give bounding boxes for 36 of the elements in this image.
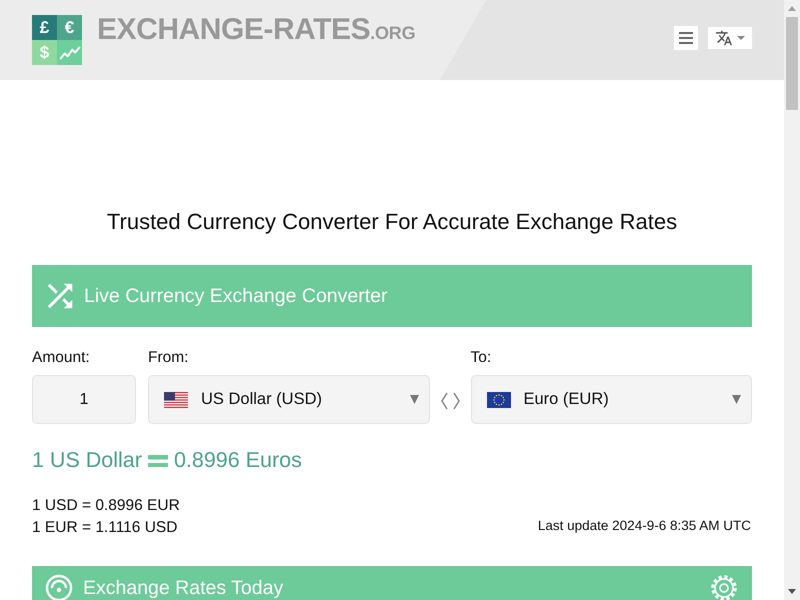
gear-icon[interactable] (710, 574, 738, 600)
menu-button[interactable] (674, 26, 698, 50)
shuffle-icon (46, 283, 74, 309)
scrollbar-thumb[interactable] (786, 17, 798, 110)
section-title: Live Currency Exchange Converter (84, 284, 388, 308)
rate-text: 1 EUR = 1.1116 USD (32, 518, 178, 538)
amount-field[interactable]: 1 (32, 375, 136, 424)
section-title: Exchange Rates Today (83, 578, 284, 598)
page-heading: Trusted Currency Converter For Accurate Exchange Rates (106, 209, 678, 235)
result-converted: 0.8996 Euros (174, 447, 302, 473)
logo-tile: £ (32, 15, 57, 40)
scrollbar[interactable] (784, 0, 800, 600)
site-name: EXCHANGE-RATES (97, 15, 370, 45)
field-label: To: (470, 349, 492, 367)
logo-tile: € (57, 15, 82, 40)
caret-icon (736, 36, 744, 40)
field-label: From: (148, 349, 190, 367)
caret-icon (732, 394, 741, 405)
field-label: Amount: (32, 349, 91, 367)
caret-icon (410, 394, 418, 405)
scroll-up-icon[interactable] (788, 6, 796, 11)
translate-icon (716, 30, 732, 46)
scroll-down-icon[interactable] (788, 589, 796, 594)
currency-select[interactable]: Euro (EUR) (470, 375, 752, 424)
equals-icon (148, 454, 168, 468)
result-amount: 1 US Dollar (32, 447, 142, 473)
language-button[interactable] (708, 27, 752, 49)
rate-text: 1 USD = 0.8996 EUR (32, 496, 180, 516)
menu-icon (679, 32, 693, 44)
chevrons-icon[interactable] (440, 392, 460, 410)
ring-icon (45, 574, 73, 600)
logo-tile: $ (32, 40, 57, 65)
site-domain-suffix: .ORG (370, 24, 416, 42)
last-update-text: Last update 2024-9-6 8:35 AM UTC (538, 517, 751, 535)
currency-select[interactable]: US Dollar (USD) (148, 375, 430, 424)
trend-line-icon (58, 44, 80, 60)
